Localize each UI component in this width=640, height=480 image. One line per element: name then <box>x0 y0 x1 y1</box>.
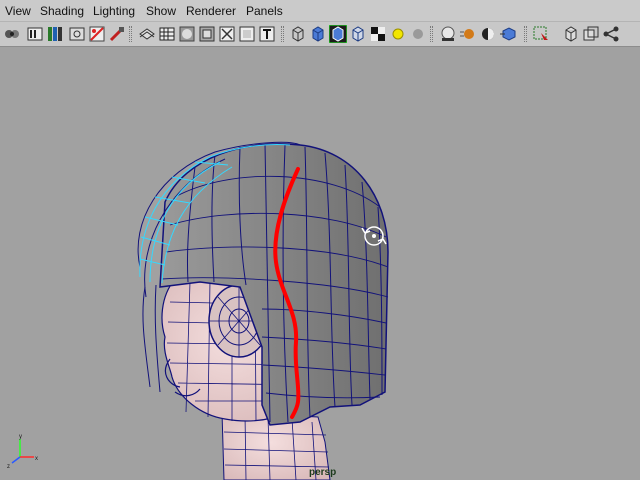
panel-toolbar <box>0 22 640 47</box>
share-icon[interactable] <box>602 25 620 43</box>
menu-lighting[interactable]: Lighting <box>93 4 135 18</box>
camera-name-label: persp <box>309 467 337 478</box>
resolution-gate-icon[interactable] <box>198 25 216 43</box>
xray-components-icon[interactable] <box>582 25 600 43</box>
default-material-icon[interactable] <box>349 25 367 43</box>
screen-space-ao-icon[interactable] <box>439 25 457 43</box>
menu-show[interactable]: Show <box>146 4 176 18</box>
toolbar-separator <box>129 26 132 42</box>
shadows-icon[interactable] <box>409 25 427 43</box>
wireframe-icon[interactable] <box>289 25 307 43</box>
safe-action-icon[interactable] <box>218 25 236 43</box>
toolbar-separator <box>524 26 527 42</box>
use-lights-icon[interactable] <box>389 25 407 43</box>
camera-attributes-icon[interactable] <box>3 25 21 43</box>
svg-text:y: y <box>19 434 22 440</box>
bookmark-icon[interactable] <box>26 25 44 43</box>
svg-text:x: x <box>35 456 38 462</box>
panel-menu-bar: View Shading Lighting Show Renderer Pane… <box>0 0 640 22</box>
perspective-viewport[interactable]: y x z persp <box>0 47 640 480</box>
film-gate-mask-icon[interactable] <box>178 25 196 43</box>
film-gate-icon[interactable] <box>68 25 86 43</box>
toolbar-separator <box>430 26 433 42</box>
anti-aliasing-icon[interactable] <box>479 25 497 43</box>
menu-renderer[interactable]: Renderer <box>186 4 236 18</box>
xray-joints-icon[interactable] <box>562 25 580 43</box>
axis-gizmo: y x z <box>7 434 38 469</box>
smooth-shade-icon[interactable] <box>309 25 327 43</box>
menu-panels[interactable]: Panels <box>246 4 283 18</box>
grease-pencil-icon[interactable] <box>88 25 106 43</box>
safe-title-icon[interactable] <box>238 25 256 43</box>
text-icon[interactable] <box>258 25 276 43</box>
isolate-select-view-icon[interactable] <box>499 25 517 43</box>
toolbar-separator <box>281 26 284 42</box>
wireframe-on-shaded-icon[interactable] <box>329 25 347 43</box>
textured-icon[interactable] <box>369 25 387 43</box>
menu-view[interactable]: View <box>5 4 31 18</box>
grid-icon[interactable] <box>158 25 176 43</box>
scene-canvas[interactable] <box>0 47 640 480</box>
image-plane-icon[interactable] <box>46 25 64 43</box>
isolate-select-icon[interactable] <box>138 25 156 43</box>
texture-brush-icon[interactable] <box>108 25 126 43</box>
xray-icon[interactable] <box>532 25 550 43</box>
motion-blur-icon[interactable] <box>459 25 477 43</box>
svg-text:z: z <box>7 464 10 469</box>
menu-shading[interactable]: Shading <box>40 4 84 18</box>
